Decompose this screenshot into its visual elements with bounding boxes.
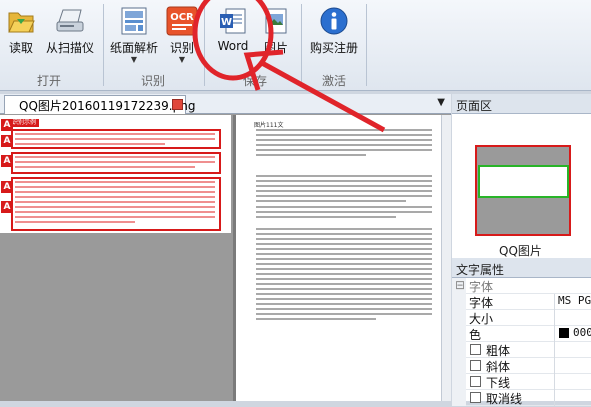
- page-analysis-label: 纸面解析: [109, 41, 158, 55]
- strikethrough-checkbox[interactable]: [470, 392, 481, 403]
- word-document-icon: W: [218, 6, 248, 36]
- property-value[interactable]: MS PGothic: [554, 294, 591, 310]
- property-row-strikethrough[interactable]: 取消线: [452, 390, 591, 406]
- recognize-label: 识别: [169, 41, 194, 55]
- save-image-button[interactable]: 图片: [258, 6, 294, 66]
- property-row-font-name[interactable]: 字体 MS PGothic: [452, 294, 591, 310]
- underline-checkbox[interactable]: [470, 376, 481, 387]
- text-block-marker-icon: A: [1, 155, 13, 167]
- text-block-marker-icon: A: [1, 135, 13, 147]
- ribbon-toolbar: 读取 从扫描仪 纸面解析 ▼ OCR 识别 ▼ W Word 图片 购买注册 打…: [0, 0, 591, 91]
- save-word-button[interactable]: W Word: [210, 6, 256, 66]
- text-result-page: 图片111文: [236, 115, 441, 401]
- page-analysis-icon: [119, 6, 149, 36]
- group-label-activate: 激活: [322, 74, 347, 88]
- page-thumbnail[interactable]: [475, 145, 571, 236]
- save-image-label: 图片: [263, 41, 288, 55]
- property-name: 字体: [469, 296, 494, 310]
- group-separator: [366, 4, 367, 86]
- tab-document[interactable]: QQ图片20160119172239.png: [4, 95, 195, 114]
- group-label-save: 保存: [243, 74, 268, 88]
- group-separator: [301, 4, 302, 86]
- properties-grid: ⊟ 字体 字体 MS PGothic 大小 色 000 粗体 斜体 下线: [452, 278, 591, 406]
- property-name: 粗体: [486, 344, 511, 358]
- folder-open-icon: [6, 6, 36, 36]
- group-label-recognize: 识别: [141, 74, 166, 88]
- svg-text:W: W: [221, 17, 232, 28]
- color-swatch: [559, 328, 569, 338]
- collapse-icon[interactable]: ⊟: [455, 278, 465, 292]
- property-name: 取消线: [486, 392, 523, 406]
- tab-title: QQ图片20160119172239.png: [19, 99, 196, 113]
- property-row-bold[interactable]: 粗体: [452, 342, 591, 358]
- group-label-open: 打开: [37, 74, 62, 88]
- text-title: 图片111文: [254, 122, 284, 129]
- page-area-header: 页面区: [452, 94, 591, 114]
- property-name: 大小: [469, 312, 494, 326]
- text-result-view[interactable]: 图片111文: [236, 115, 441, 401]
- page-analysis-button[interactable]: 纸面解析 ▼: [106, 6, 162, 66]
- tab-bar: QQ图片20160119172239.png ▼: [0, 94, 451, 114]
- purchase-register-button[interactable]: 购买注册: [306, 6, 362, 66]
- property-group-label: 字体: [469, 280, 494, 294]
- scanner-icon: [55, 6, 85, 36]
- property-name: 色: [469, 328, 482, 342]
- image-title-block: 识别示例: [11, 119, 39, 127]
- property-name: 下线: [486, 376, 511, 390]
- property-row-color[interactable]: 色 000: [452, 326, 591, 342]
- ocr-icon: OCR: [166, 6, 198, 36]
- thumbnail-label: QQ图片: [499, 244, 542, 258]
- vertical-scrollbar[interactable]: [441, 115, 451, 401]
- property-row-underline[interactable]: 下线: [452, 374, 591, 390]
- text-block-marker-icon: A: [1, 181, 13, 193]
- text-block-marker-icon: A: [1, 119, 13, 131]
- italic-checkbox[interactable]: [470, 360, 481, 371]
- ocr-text: OCR: [170, 12, 194, 23]
- purchase-register-label: 购买注册: [309, 41, 358, 55]
- close-icon[interactable]: [172, 99, 183, 110]
- property-value[interactable]: [554, 310, 591, 326]
- property-group-font[interactable]: ⊟ 字体: [452, 278, 591, 294]
- from-scanner-button[interactable]: 从扫描仪: [42, 6, 98, 66]
- save-word-label: Word: [217, 39, 249, 53]
- property-name: 斜体: [486, 360, 511, 374]
- recognize-button[interactable]: OCR 识别 ▼: [163, 6, 201, 66]
- property-value[interactable]: 000: [554, 326, 591, 342]
- group-separator: [204, 4, 205, 86]
- tab-list-dropdown-icon[interactable]: ▼: [437, 97, 445, 108]
- text-block-marker-icon: A: [1, 201, 13, 213]
- property-row-italic[interactable]: 斜体: [452, 358, 591, 374]
- document-pane: QQ图片20160119172239.png ▼ 识别示例 A A A A A: [0, 94, 451, 401]
- from-scanner-label: 从扫描仪: [45, 41, 94, 55]
- page-thumbnail-panel: QQ图片: [452, 114, 591, 258]
- info-icon: [319, 6, 349, 36]
- image-export-icon: [261, 6, 291, 36]
- page-analysis-dropdown-icon[interactable]: ▼: [106, 56, 162, 64]
- property-row-size[interactable]: 大小: [452, 310, 591, 326]
- bold-checkbox[interactable]: [470, 344, 481, 355]
- read-button[interactable]: 读取: [4, 6, 38, 66]
- recognize-dropdown-icon[interactable]: ▼: [163, 56, 201, 64]
- group-separator: [103, 4, 104, 86]
- color-value: 000: [573, 326, 591, 339]
- image-view[interactable]: 识别示例 A A A A A: [0, 115, 233, 401]
- read-label: 读取: [8, 41, 33, 55]
- text-properties-header: 文字属性: [452, 258, 591, 278]
- thumbnail-viewport-highlight: [478, 165, 569, 198]
- source-image-page: 识别示例 A A A A A: [0, 115, 231, 233]
